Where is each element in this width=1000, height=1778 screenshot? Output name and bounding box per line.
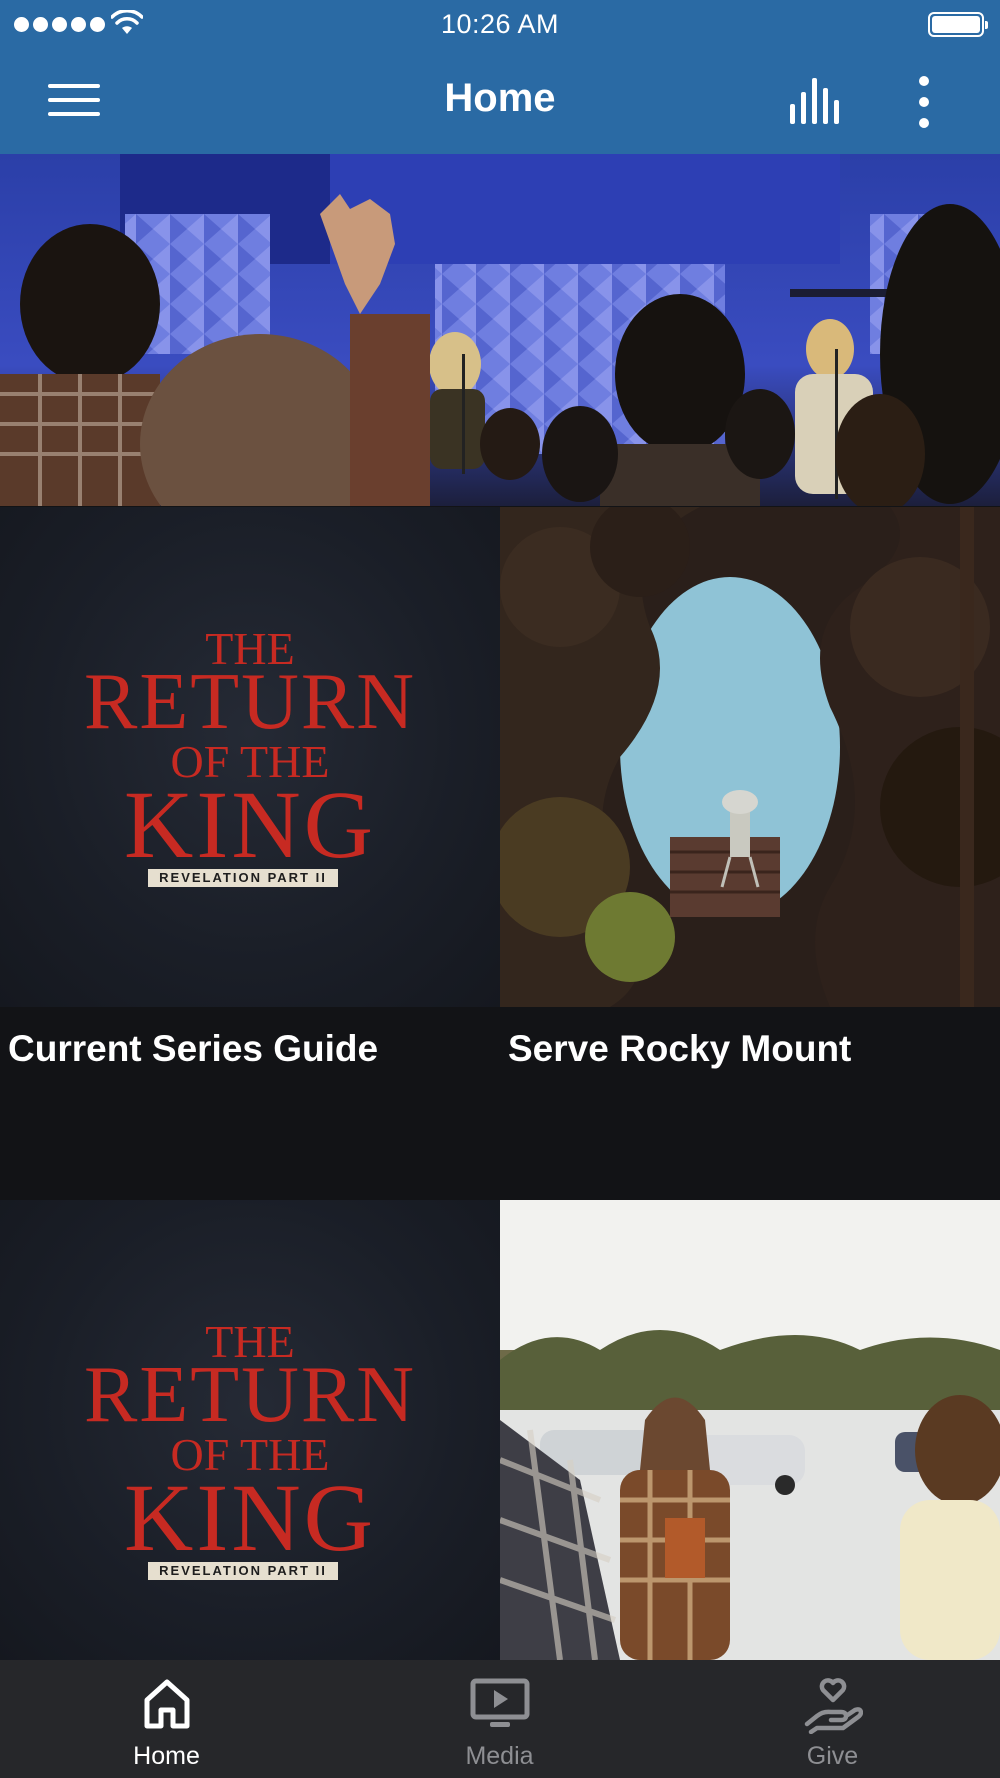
tab-give[interactable]: Give [666, 1660, 999, 1778]
hero-image[interactable] [0, 154, 1000, 506]
tab-give-label: Give [806, 1742, 859, 1770]
tab-home[interactable]: Home [0, 1660, 333, 1778]
tab-home-label: Home [133, 1742, 200, 1770]
series-art-badge: REVELATION PART II [148, 1562, 338, 1580]
woman-parking-lot-image [500, 1200, 1000, 1660]
status-bar: 10:26 AM [0, 0, 1000, 50]
tab-media[interactable]: Media [333, 1660, 666, 1778]
bottom-tab-bar: Home Media Give [0, 1660, 1000, 1778]
battery-full-icon [928, 12, 988, 37]
current-series-guide-label[interactable]: Current Series Guide [8, 1028, 378, 1070]
trees-water-tower-image [500, 507, 1000, 1007]
giving-hand-heart-icon [804, 1678, 863, 1734]
series-art-line-4: KING [124, 771, 376, 878]
more-vertical-icon[interactable] [908, 74, 940, 130]
series-image[interactable]: THE RETURN OF THE KING REVELATION PART I… [0, 1200, 500, 1660]
audio-bars-icon[interactable] [788, 78, 846, 124]
serve-rocky-mount-label[interactable]: Serve Rocky Mount [508, 1028, 851, 1070]
tv-play-icon [470, 1678, 529, 1727]
status-time: 10:26 AM [440, 9, 560, 39]
home-icon [144, 1679, 189, 1729]
series-art-line-4: KING [124, 1464, 376, 1571]
series-art-badge: REVELATION PART II [148, 869, 338, 887]
serve-rocky-mount-image[interactable] [500, 507, 1000, 1007]
worship-stage-image [0, 154, 1000, 506]
top-app-bar: 10:26 AM Home [0, 0, 1000, 154]
page-title: Home [444, 76, 556, 120]
tab-media-label: Media [465, 1742, 534, 1770]
parking-lot-photo[interactable] [500, 1200, 1000, 1660]
series-guide-image[interactable]: THE RETURN OF THE KING REVELATION PART I… [0, 507, 500, 1007]
